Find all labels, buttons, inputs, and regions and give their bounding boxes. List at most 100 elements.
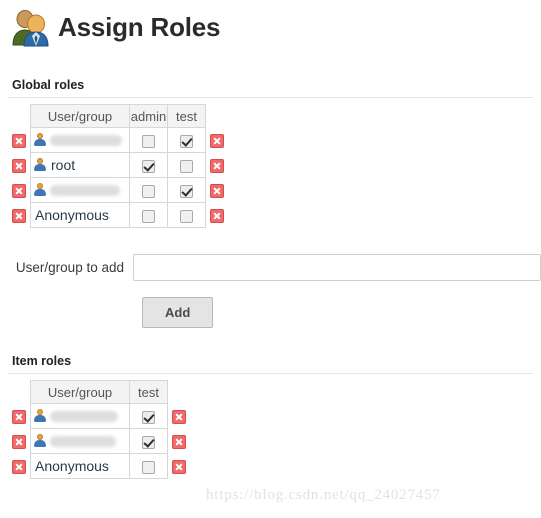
add-usergroup-input[interactable] <box>133 254 541 281</box>
admin-checkbox-cell <box>129 127 168 153</box>
delete-row-button[interactable] <box>12 434 26 449</box>
redacted-username <box>50 435 116 447</box>
usergroup-cell: Anonymous <box>30 202 130 228</box>
table-header-row: User/group admin test <box>8 104 229 128</box>
two-people-icon <box>8 7 52 47</box>
table-header-row: User/group test <box>8 380 191 404</box>
admin-checkbox[interactable] <box>142 134 155 148</box>
admin-checkbox-cell <box>129 152 168 178</box>
user-icon <box>34 434 46 448</box>
header-test: test <box>129 380 168 404</box>
header-spacer-right <box>168 381 191 404</box>
page-header: Assign Roles <box>0 0 541 48</box>
test-checkbox-cell <box>167 177 206 203</box>
delete-cell-right <box>206 128 229 153</box>
admin-checkbox[interactable] <box>142 184 155 198</box>
header-admin: admin <box>129 104 168 128</box>
admin-checkbox-cell <box>129 177 168 203</box>
watermark: https://blog.csdn.net/qq_24027457 <box>206 487 441 503</box>
delete-cell-left <box>8 404 31 429</box>
global-roles-table: User/group admin test root Anonymous <box>8 104 228 228</box>
username-label: Anonymous <box>35 458 109 474</box>
test-checkbox-cell <box>129 403 168 429</box>
table-row: Anonymous <box>8 453 191 479</box>
redacted-username <box>50 184 120 196</box>
item-roles-table: User/group test Anonymous <box>8 380 190 479</box>
test-checkbox[interactable] <box>142 410 155 424</box>
delete-row-button[interactable] <box>12 208 26 223</box>
test-checkbox[interactable] <box>180 159 193 173</box>
test-checkbox[interactable] <box>142 460 155 474</box>
usergroup-cell <box>30 428 130 454</box>
delete-row-button[interactable] <box>210 158 224 173</box>
add-usergroup-row: User/group to add <box>8 254 541 281</box>
item-roles-table-block: User/group test Anonymous <box>0 380 541 479</box>
add-button[interactable]: Add <box>142 297 214 328</box>
usergroup-cell <box>30 403 130 429</box>
table-row <box>8 428 191 454</box>
delete-row-button[interactable] <box>172 409 186 424</box>
admin-checkbox[interactable] <box>142 159 155 173</box>
delete-row-button[interactable] <box>210 208 224 223</box>
test-checkbox-cell <box>129 453 168 479</box>
delete-cell-left <box>8 178 31 203</box>
add-form-actions: Add <box>8 297 541 328</box>
page-title: Assign Roles <box>58 12 221 42</box>
header-spacer-left <box>8 381 31 404</box>
global-roles-table-block: User/group admin test root Anonymous <box>0 104 541 228</box>
test-checkbox-cell <box>167 152 206 178</box>
add-usergroup-form: User/group to add Add <box>0 254 541 328</box>
table-row <box>8 403 191 429</box>
delete-cell-left <box>8 128 31 153</box>
delete-row-button[interactable] <box>12 183 26 198</box>
user-icon <box>34 158 46 172</box>
table-row: root <box>8 152 229 178</box>
global-roles-section: Global roles <box>0 78 541 98</box>
global-roles-body: root Anonymous <box>8 127 229 228</box>
delete-row-button[interactable] <box>210 133 224 148</box>
item-roles-heading: Item roles <box>12 354 72 368</box>
test-checkbox-cell <box>129 428 168 454</box>
delete-row-button[interactable] <box>12 158 26 173</box>
delete-cell-left <box>8 454 31 479</box>
delete-cell-right <box>168 404 191 429</box>
section-divider <box>8 373 533 374</box>
test-checkbox[interactable] <box>180 184 193 198</box>
delete-cell-right <box>206 203 229 228</box>
delete-row-button[interactable] <box>172 459 186 474</box>
item-roles-section: Item roles <box>0 354 541 374</box>
header-spacer-right <box>206 105 229 128</box>
redacted-username <box>50 410 118 422</box>
header-test: test <box>167 104 206 128</box>
add-usergroup-label: User/group to add <box>15 260 124 275</box>
user-icon <box>34 133 46 147</box>
delete-row-button[interactable] <box>12 459 26 474</box>
redacted-username <box>50 134 122 146</box>
test-checkbox[interactable] <box>180 209 193 223</box>
delete-row-button[interactable] <box>12 409 26 424</box>
usergroup-cell <box>30 177 130 203</box>
delete-cell-left <box>8 203 31 228</box>
user-icon <box>34 409 46 423</box>
table-row <box>8 127 229 153</box>
test-checkbox-cell <box>167 202 206 228</box>
delete-row-button[interactable] <box>12 133 26 148</box>
delete-cell-left <box>8 153 31 178</box>
delete-row-button[interactable] <box>210 183 224 198</box>
delete-cell-right <box>168 429 191 454</box>
delete-cell-right <box>206 153 229 178</box>
test-checkbox[interactable] <box>180 134 193 148</box>
usergroup-cell: Anonymous <box>30 453 130 479</box>
delete-cell-right <box>168 454 191 479</box>
usergroup-cell <box>30 127 130 153</box>
test-checkbox-cell <box>167 127 206 153</box>
admin-checkbox-cell <box>129 202 168 228</box>
delete-row-button[interactable] <box>172 434 186 449</box>
usergroup-cell: root <box>30 152 130 178</box>
username-label: root <box>51 157 76 173</box>
user-icon <box>34 183 46 197</box>
delete-cell-right <box>206 178 229 203</box>
admin-checkbox[interactable] <box>142 209 155 223</box>
test-checkbox[interactable] <box>142 435 155 449</box>
delete-cell-left <box>8 429 31 454</box>
